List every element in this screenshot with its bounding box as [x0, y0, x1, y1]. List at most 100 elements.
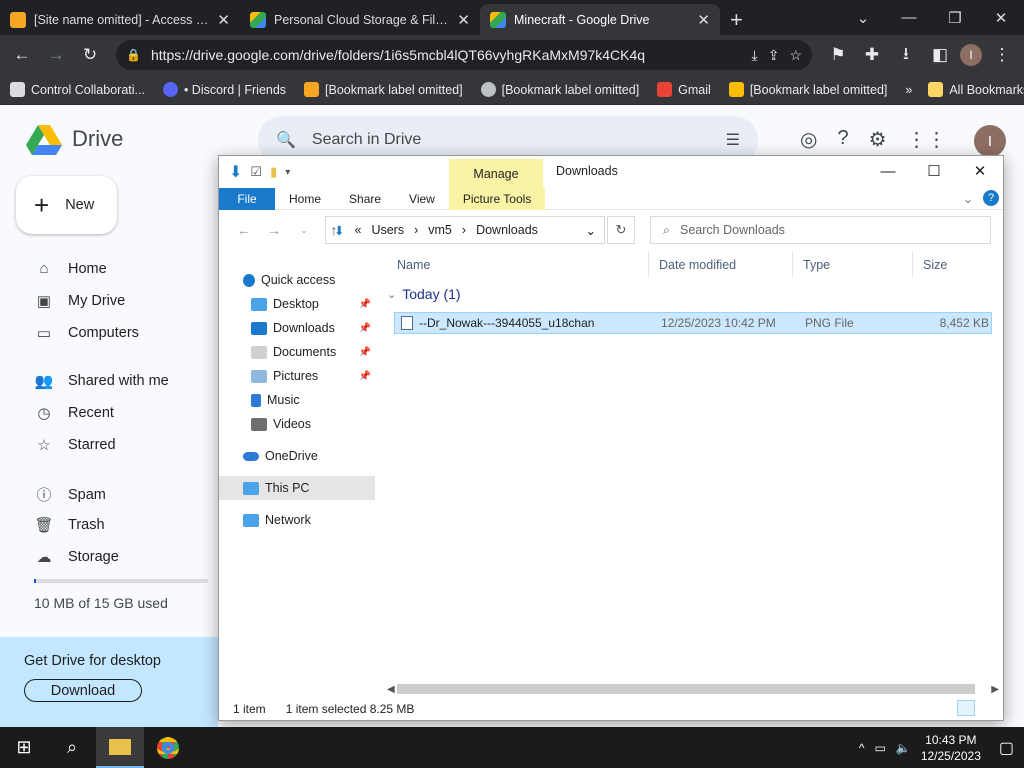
new-folder-icon[interactable]: ▮	[270, 164, 277, 180]
show-hidden-icons-icon[interactable]: ^	[859, 741, 865, 755]
search-icon[interactable]: ⌕	[48, 727, 96, 768]
scroll-thumb[interactable]	[397, 684, 975, 694]
nav-trash[interactable]: 🗑 Trash	[34, 516, 104, 534]
explorer-search-box[interactable]: ⌕ Search Downloads	[650, 216, 991, 244]
nav-pictures[interactable]: Pictures 📌	[219, 364, 375, 388]
large-icons-view-icon[interactable]	[979, 700, 997, 716]
nav-spam[interactable]: ⓘ Spam	[34, 484, 105, 505]
column-name[interactable]: Name	[387, 252, 649, 278]
close-tab-icon[interactable]: ✕	[697, 11, 710, 29]
pin-icon[interactable]: 📌	[359, 347, 375, 358]
properties-icon[interactable]: ☑	[250, 164, 262, 180]
browser-tab-2[interactable]: Personal Cloud Storage & File Sh ✕	[240, 4, 480, 35]
install-icon[interactable]: ⤓	[752, 47, 758, 64]
clock[interactable]: 10:43 PM 12/25/2023	[921, 732, 981, 764]
more-bookmarks-icon[interactable]: »	[905, 83, 912, 97]
scroll-right-icon[interactable]: ▶	[991, 684, 999, 695]
nav-shared[interactable]: 👥 Shared with me	[34, 372, 169, 390]
search-options-icon[interactable]: ☰	[726, 130, 740, 150]
pin-icon[interactable]: 📌	[359, 299, 375, 310]
nav-music[interactable]: Music	[219, 388, 375, 412]
ribbon-tab-share[interactable]: Share	[335, 188, 395, 210]
breadcrumb-downloads[interactable]: Downloads	[476, 223, 538, 237]
offline-status-icon[interactable]: ◎	[800, 127, 817, 152]
help-icon[interactable]: ?	[983, 190, 999, 206]
download-button[interactable]: Download	[24, 679, 142, 702]
ribbon-tab-home[interactable]: Home	[275, 188, 335, 210]
ribbon-tab-view[interactable]: View	[395, 188, 449, 210]
start-windows-icon[interactable]: ⊞	[0, 727, 48, 768]
nav-documents[interactable]: Documents 📌	[219, 340, 375, 364]
bookmark-item[interactable]: Gmail	[657, 82, 711, 97]
new-tab-button[interactable]: +	[720, 4, 753, 35]
close-tab-icon[interactable]: ✕	[457, 11, 470, 29]
pin-icon[interactable]: 📌	[359, 323, 375, 334]
all-bookmarks[interactable]: All Bookmarks	[928, 82, 1024, 97]
profile-avatar[interactable]: I	[960, 44, 982, 66]
nav-videos[interactable]: Videos	[219, 412, 375, 436]
settings-gear-icon[interactable]: ⚙	[869, 127, 887, 152]
bookmark-item[interactable]: [Bookmark label omitted]	[728, 82, 887, 97]
reload-icon[interactable]: ↻	[76, 41, 104, 69]
nav-my-drive[interactable]: ▣ My Drive	[34, 292, 125, 310]
customize-toolbar-icon[interactable]: ▾	[285, 167, 290, 178]
nav-recent[interactable]: ◷ Recent	[34, 404, 114, 422]
share-icon[interactable]: ⇪	[768, 47, 780, 64]
bookmark-item[interactable]: [Bookmark label omitted]	[304, 82, 463, 97]
extensions-icon[interactable]: ✚	[858, 41, 886, 69]
nav-this-pc[interactable]: This PC	[219, 476, 375, 500]
forward-arrow-icon[interactable]: →	[263, 222, 285, 238]
group-header-today[interactable]: ⌄ Today (1)	[387, 286, 461, 302]
ribbon-tab-file[interactable]: File	[219, 187, 275, 210]
minimize-icon[interactable]: —	[865, 156, 911, 186]
bookmark-star-icon[interactable]: ☆	[789, 47, 802, 64]
forward-icon[interactable]: →	[42, 41, 70, 69]
nav-storage[interactable]: ☁ Storage	[34, 548, 119, 566]
close-tab-icon[interactable]: ✕	[217, 11, 230, 29]
nav-quick-access[interactable]: Quick access	[219, 268, 375, 292]
restore-icon[interactable]: ❐	[932, 9, 978, 27]
bookmark-item[interactable]: Control Collaborati...	[10, 82, 145, 97]
breadcrumb-vm5[interactable]: vm5	[428, 223, 452, 237]
scroll-left-icon[interactable]: ◀	[387, 684, 395, 695]
ribbon-tab-picture-tools[interactable]: Picture Tools	[448, 187, 546, 210]
new-button[interactable]: + New	[16, 176, 117, 234]
tab-search-icon[interactable]: ⌄	[840, 9, 886, 27]
notifications-icon[interactable]: ▢	[999, 738, 1014, 758]
file-explorer-taskbar-icon[interactable]	[96, 727, 144, 768]
account-avatar[interactable]: I	[974, 125, 1006, 157]
breadcrumb-users[interactable]: Users	[371, 223, 404, 237]
recent-locations-icon[interactable]: ⌄	[293, 225, 315, 236]
nav-downloads[interactable]: Downloads 📌	[219, 316, 375, 340]
nav-starred[interactable]: ☆ Starred	[34, 436, 115, 454]
refresh-icon[interactable]: ↻	[607, 216, 635, 244]
bookmark-item[interactable]: [Bookmark label omitted]	[480, 82, 639, 97]
column-type[interactable]: Type	[793, 252, 913, 278]
maximize-icon[interactable]: ☐	[911, 156, 957, 186]
column-date-modified[interactable]: Date modified	[649, 252, 793, 278]
help-icon[interactable]: ?	[837, 127, 848, 152]
chrome-taskbar-icon[interactable]	[144, 727, 192, 768]
nav-desktop[interactable]: Desktop 📌	[219, 292, 375, 316]
close-icon[interactable]: ✕	[957, 156, 1003, 186]
apps-grid-icon[interactable]: ⋮⋮	[907, 127, 947, 152]
menu-icon[interactable]: ⋮	[988, 41, 1016, 69]
side-panel-icon[interactable]: ◧	[926, 41, 954, 69]
horizontal-scrollbar[interactable]: ◀ ▶	[387, 682, 999, 696]
details-view-icon[interactable]	[957, 700, 975, 716]
nav-onedrive[interactable]: OneDrive	[219, 444, 375, 468]
manage-contextual-tab[interactable]: Manage	[449, 159, 543, 189]
flag-icon[interactable]: ⚑	[824, 41, 852, 69]
close-window-icon[interactable]: ✕	[978, 9, 1024, 27]
bookmark-item[interactable]: • Discord | Friends	[162, 82, 286, 97]
minimize-icon[interactable]: —	[886, 9, 932, 26]
volume-icon[interactable]: 🔈	[896, 741, 911, 755]
quick-access-down-arrow-icon[interactable]: ⬇	[229, 162, 242, 182]
back-icon[interactable]: ←	[8, 41, 36, 69]
network-icon[interactable]: ▭	[875, 741, 886, 755]
address-breadcrumb[interactable]: ⬇ « Users › vm5 › Downloads ⌄	[325, 216, 605, 244]
address-dropdown-icon[interactable]: ⌄	[586, 223, 596, 238]
nav-computers[interactable]: ▭ Computers	[34, 324, 139, 342]
drive-logo[interactable]: Drive	[26, 123, 123, 155]
search-icon[interactable]: 🔍	[276, 130, 296, 150]
